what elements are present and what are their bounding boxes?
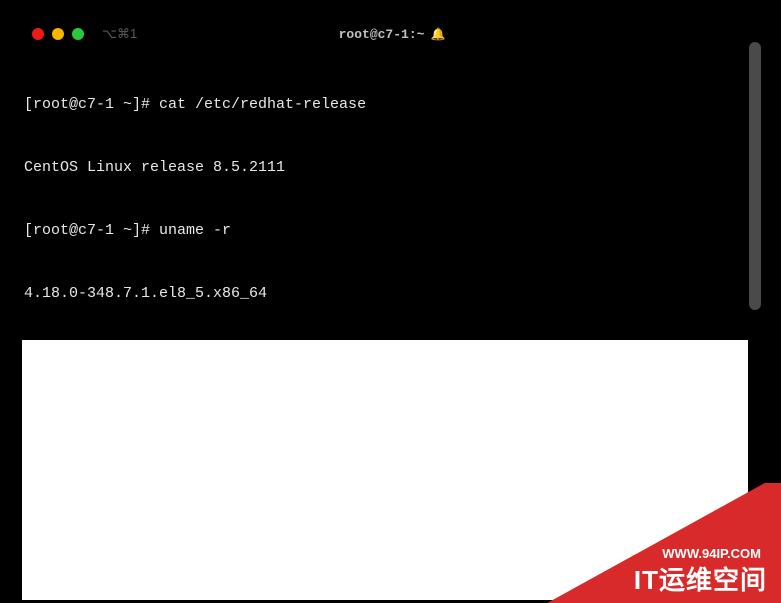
window-shortcut: ⌥⌘1: [102, 26, 137, 42]
window-title: root@c7-1:~ 🔔: [339, 27, 446, 42]
prompt: [root@c7-1 ~]#: [24, 222, 159, 239]
cmd: cat /etc/redhat-release: [159, 96, 366, 113]
watermark: 头条 WWW.94IP.COM IT运维空间: [521, 483, 781, 603]
maximize-icon[interactable]: [72, 28, 84, 40]
prompt: [root@c7-1 ~]#: [24, 96, 159, 113]
bell-icon: 🔔: [430, 27, 445, 42]
close-icon[interactable]: [32, 28, 44, 40]
titlebar: ⌥⌘1 root@c7-1:~ 🔔: [22, 26, 762, 42]
output-line: CentOS Linux release 8.5.2111: [24, 157, 748, 178]
watermark-prefix: 头条: [545, 555, 581, 581]
watermark-main: IT运维空间: [634, 560, 767, 597]
minimize-icon[interactable]: [52, 28, 64, 40]
cmd: uname -r: [159, 222, 231, 239]
output-line: 4.18.0-348.7.1.el8_5.x86_64: [24, 283, 748, 304]
watermark-url: WWW.94IP.COM: [662, 546, 761, 561]
traffic-lights: [32, 28, 84, 40]
scroll-thumb[interactable]: [749, 42, 761, 310]
title-text: root@c7-1:~: [339, 27, 425, 42]
